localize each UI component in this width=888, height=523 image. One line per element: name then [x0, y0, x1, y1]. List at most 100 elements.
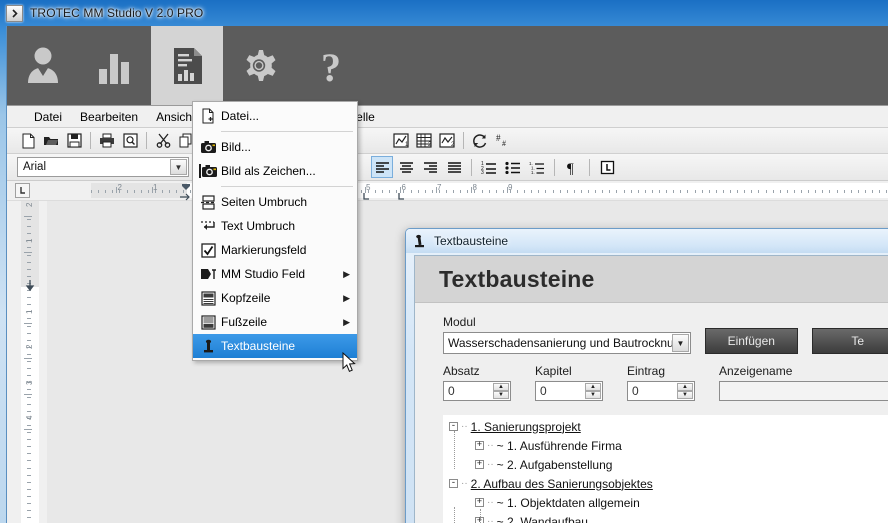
svg-text:#: # [502, 139, 506, 148]
tree-label: ~ 2. Aufgabenstellung [496, 457, 613, 472]
ribbon-button-gear[interactable] [223, 26, 295, 105]
menu-item-fusszeile[interactable]: Fußzeile ▶ [193, 310, 357, 334]
tree-row[interactable]: - ·· 1. Sanierungsprojekt [449, 417, 888, 436]
open-folder-icon[interactable] [40, 130, 62, 152]
kapitel-label: Kapitel [535, 364, 572, 378]
chart1-icon[interactable]: 1 [390, 130, 412, 152]
new-file-icon[interactable] [17, 130, 39, 152]
menu-separator [221, 131, 353, 132]
spinner-up-icon[interactable]: ▲ [677, 383, 693, 391]
menu-item-label: Markierungsfeld [221, 243, 307, 257]
menu-item-label: Seiten Umbruch [221, 195, 308, 209]
tree-expander-plus-icon[interactable]: + [475, 498, 484, 507]
pilcrow-icon[interactable]: ¶ [561, 156, 583, 178]
menu-bearbeiten[interactable]: Bearbeiten [71, 106, 147, 127]
tree-row[interactable]: + ·· ~ 1. Objektdaten allgemein [449, 493, 888, 512]
einfuegen-button[interactable]: Einfügen [705, 328, 798, 354]
spinner-buttons[interactable]: ▲ ▼ [677, 383, 693, 399]
spinner-buttons[interactable]: ▲ ▼ [585, 383, 601, 399]
print-icon[interactable] [96, 130, 118, 152]
cut-icon[interactable] [152, 130, 174, 152]
chevron-down-icon[interactable]: ▼ [672, 334, 689, 352]
dialog-header: Textbausteine [415, 256, 888, 303]
menu-item-mm-studio-feld[interactable]: MM Studio Feld ▶ [193, 262, 357, 286]
menu-item-textbausteine[interactable]: Textbausteine [193, 334, 357, 358]
absatz-spinner[interactable]: 0 ▲ ▼ [443, 381, 511, 401]
tree-expander-minus-icon[interactable]: - [449, 422, 458, 431]
spinner-down-icon[interactable]: ▼ [677, 391, 693, 399]
icon-ribbon: ? [7, 26, 888, 106]
table2-icon[interactable]: 2 [413, 130, 435, 152]
vertical-ruler[interactable]: 211234 [21, 201, 39, 523]
window-titlebar: TROTEC MM Studio V 2.0 PRO [0, 0, 888, 26]
new-document-icon [195, 106, 221, 126]
menu-datei[interactable]: Datei [25, 106, 71, 127]
chart2-icon[interactable]: 2 [436, 130, 458, 152]
ribbon-button-chart[interactable] [79, 26, 151, 105]
textblock-icon [413, 234, 426, 249]
ribbon-button-report[interactable] [151, 26, 223, 105]
spinner-up-icon[interactable]: ▲ [585, 383, 601, 391]
tab-stop-selector[interactable] [15, 183, 30, 198]
menu-item-seiten-umbruch[interactable]: Seiten Umbruch [193, 190, 357, 214]
tree-row[interactable]: + ·· ~ 2. Aufgabenstellung [449, 455, 888, 474]
menu-item-label: Fußzeile [221, 315, 268, 329]
font-name-combo[interactable]: Arial ▼ [17, 157, 189, 177]
tree-expander-minus-icon[interactable]: - [449, 479, 458, 488]
align-justify-icon[interactable] [443, 156, 465, 178]
tree-label: 1. Sanierungsprojekt [470, 419, 581, 434]
chart-icon [99, 53, 129, 84]
menu-item-kopfzeile[interactable]: Kopfzeile ▶ [193, 286, 357, 310]
textbaustein-tree[interactable]: - ·· 1. Sanierungsprojekt + ·· ~ 1. Ausf… [443, 415, 888, 523]
menu-item-markierungsfeld[interactable]: Markierungsfeld [193, 238, 357, 262]
refresh-icon[interactable] [469, 130, 491, 152]
align-right-icon[interactable] [419, 156, 441, 178]
tree-row[interactable]: - ·· 2. Aufbau des Sanierungsobjektes [449, 474, 888, 493]
bullet-list-icon[interactable] [502, 156, 524, 178]
align-center-icon[interactable] [395, 156, 417, 178]
spinner-down-icon[interactable]: ▼ [493, 391, 509, 399]
ribbon-button-help[interactable]: ? [295, 26, 367, 105]
chevron-right-icon: ▶ [343, 316, 350, 327]
numbering-icon[interactable]: # # [492, 130, 514, 152]
tree-row[interactable]: + ·· ~ 2. Wandaufbau [449, 512, 888, 523]
save-icon[interactable] [63, 130, 85, 152]
horizontal-ruler[interactable]: 21123456789 [7, 181, 888, 201]
eintrag-spinner[interactable]: 0 ▲ ▼ [627, 381, 695, 401]
tabstop-icon[interactable] [596, 156, 618, 178]
anzeigename-label: Anzeigename [719, 364, 793, 378]
modul-combobox[interactable]: Wasserschadensanierung und Bautrocknun ▼ [443, 332, 691, 354]
spinner-up-icon[interactable]: ▲ [493, 383, 509, 391]
menu-item-label: Textbausteine [221, 339, 296, 353]
font-name-value: Arial [23, 161, 47, 173]
spinner-down-icon[interactable]: ▼ [585, 391, 601, 399]
tree-expander-plus-icon[interactable]: + [475, 441, 484, 450]
align-left-icon[interactable] [371, 156, 393, 178]
second-button[interactable]: Te [811, 328, 888, 354]
tree-connector: ·· [461, 421, 468, 432]
menu-item-label: Bild... [221, 140, 252, 154]
menu-item-bild[interactable]: Bild... [193, 135, 357, 159]
ribbon-button-person[interactable] [7, 26, 79, 105]
toolbar-separator [90, 132, 91, 149]
anzeigename-input[interactable] [719, 381, 888, 401]
absatz-label: Absatz [443, 364, 480, 378]
dialog-heading: Textbausteine [439, 265, 595, 292]
chevron-down-icon[interactable]: ▼ [170, 159, 187, 175]
kapitel-spinner[interactable]: 0 ▲ ▼ [535, 381, 603, 401]
tree-row[interactable]: + ·· ~ 1. Ausführende Firma [449, 436, 888, 455]
numbered-list-icon[interactable]: 123 [478, 156, 500, 178]
tree-connector: ·· [487, 516, 494, 523]
tree-expander-plus-icon[interactable]: + [475, 460, 484, 469]
menu-item-text-umbruch[interactable]: Text Umbruch [193, 214, 357, 238]
multilevel-list-icon[interactable]: 1. 1. 1. [526, 156, 548, 178]
print-preview-icon[interactable] [119, 130, 141, 152]
page-break-icon [195, 192, 221, 212]
kapitel-field-group: Kapitel 0 ▲ ▼ [535, 364, 603, 401]
menu-bar: Datei Bearbeiten Ansicht Einfügen Format… [7, 106, 888, 128]
menu-item-bild-als-zeichen[interactable]: Bild als Zeichen... [193, 159, 357, 183]
svg-text:?: ? [321, 45, 341, 89]
spinner-buttons[interactable]: ▲ ▼ [493, 383, 509, 399]
menu-item-label: Datei... [221, 109, 260, 123]
menu-item-datei[interactable]: Datei... [193, 104, 357, 128]
